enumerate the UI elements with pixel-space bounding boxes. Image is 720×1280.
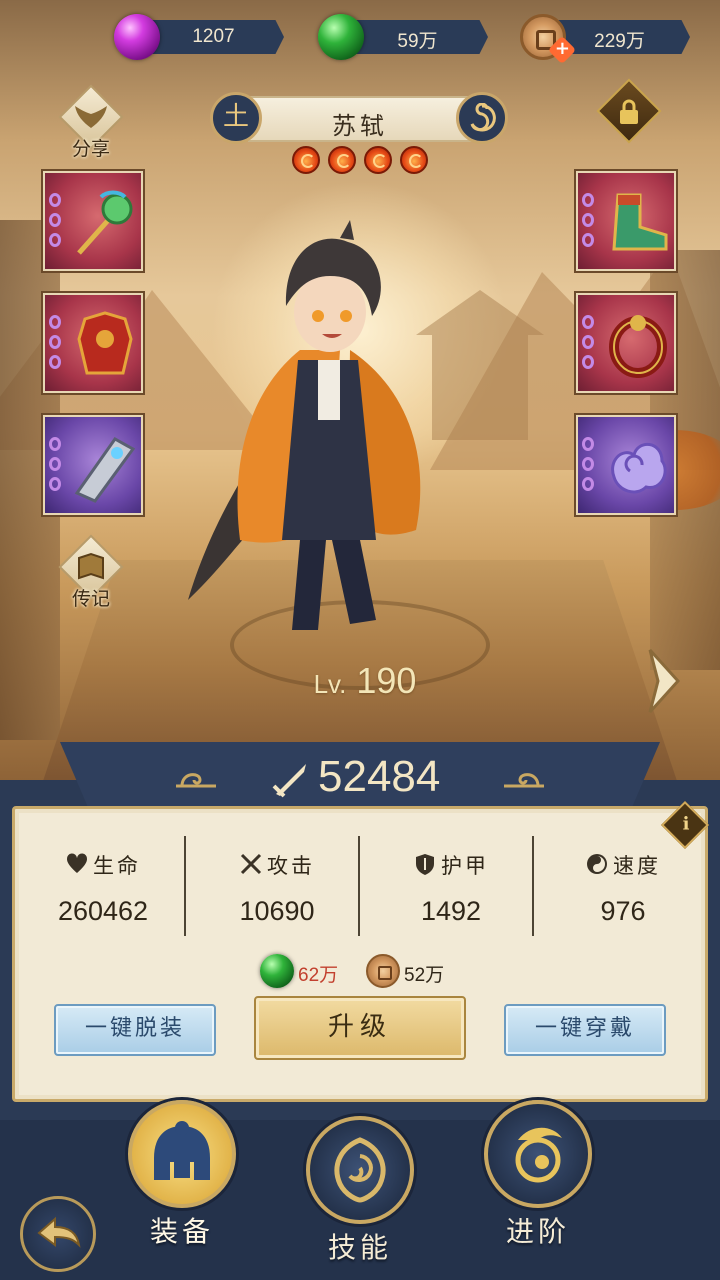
unequip-all-button[interactable]: 一键脱装 [54, 1004, 216, 1056]
dragon-orb-icon [515, 1127, 562, 1183]
skill-emblem-icon [334, 1137, 386, 1203]
combat-power-icon [272, 764, 306, 798]
equip-slot-charm[interactable] [576, 415, 676, 515]
equip-slot-weapon[interactable] [43, 171, 143, 271]
divider [184, 836, 186, 936]
stat-armor: 护甲 1492 [364, 838, 538, 936]
hero-character-portrait[interactable] [180, 220, 460, 640]
back-button[interactable] [20, 1196, 96, 1272]
hero-level: Lv. 190 [313, 660, 417, 701]
hero-name-plate: 苏轼 [248, 96, 472, 142]
cloud-charm-icon [611, 443, 667, 494]
helmet-icon [154, 1121, 210, 1180]
combat-power-value: 52484 [318, 752, 441, 801]
crossed-swords-icon [240, 853, 262, 875]
info-icon: i [682, 813, 690, 835]
ring-icon [609, 315, 667, 378]
divider [358, 836, 360, 936]
nav-advance-label: 进阶 [505, 1215, 570, 1248]
cost-value: 52万 [404, 965, 445, 986]
shield-icon [416, 854, 434, 875]
nav-equipment-label: 装备 [149, 1215, 214, 1248]
cloud-scroll-ornament [504, 773, 544, 788]
stat-value: 10690 [239, 896, 315, 926]
stat-label: 速度 [613, 854, 661, 878]
stat-value: 1492 [420, 896, 482, 926]
nav-equipment[interactable]: 装备 [122, 1100, 242, 1270]
stat-label: 攻击 [267, 854, 315, 878]
stat-health: 生命 260462 [16, 838, 190, 936]
nav-skills-label: 技能 [327, 1231, 392, 1264]
swirl-icon [587, 854, 607, 874]
flame-star-icon [364, 146, 392, 174]
upgrade-button[interactable]: 升级 [254, 996, 466, 1060]
star-rating [292, 146, 432, 176]
purple-gem-icon [114, 14, 160, 60]
flame-star-icon [292, 146, 320, 174]
bracer-icon [74, 437, 136, 503]
equip-slot-armor[interactable] [43, 293, 143, 393]
nav-skills[interactable]: 技能 [300, 1116, 420, 1280]
resource-value: 1207 [192, 26, 235, 47]
next-hero-arrow-icon[interactable] [644, 646, 684, 716]
green-jade-icon [260, 954, 294, 988]
stat-speed: 速度 976 [536, 838, 710, 936]
boots-icon [612, 193, 668, 251]
jade-scepter-icon [77, 190, 133, 255]
chain-icon [49, 193, 63, 253]
flame-star-icon [400, 146, 428, 174]
copper-coin-icon [366, 954, 400, 988]
equip-slot-boots[interactable] [576, 171, 676, 271]
chain-icon [49, 315, 63, 375]
divider [532, 836, 534, 936]
share-label: 分享 [71, 138, 110, 160]
cost-value: 62万 [298, 965, 339, 986]
resource-value: 229万 [594, 31, 645, 52]
biography-label: 传记 [71, 588, 110, 610]
book-icon [56, 552, 126, 588]
chain-icon [582, 193, 596, 253]
resource-value: 59万 [397, 31, 438, 52]
chain-icon [49, 437, 63, 497]
chain-icon [582, 437, 596, 497]
biography-button[interactable]: 传记 [56, 534, 126, 610]
stat-value: 976 [600, 896, 646, 926]
back-arrow-icon [37, 1216, 81, 1248]
lock-button[interactable] [594, 78, 664, 154]
equip-slot-accessory[interactable] [43, 415, 143, 515]
heart-icon [66, 853, 88, 873]
equip-all-button[interactable]: 一键穿戴 [504, 1004, 666, 1056]
stat-label: 护甲 [441, 854, 489, 878]
wings-icon [56, 102, 126, 138]
armor-icon [77, 311, 133, 375]
cloud-scroll-ornament [176, 773, 216, 788]
hero-class-icon[interactable] [456, 92, 508, 144]
hero-name: 苏轼 [332, 112, 388, 140]
green-jade-icon [318, 14, 364, 60]
equip-slot-ring[interactable] [576, 293, 676, 393]
stat-label: 生命 [93, 854, 141, 878]
element-earth-icon[interactable]: 土 [210, 92, 262, 144]
stat-value: 260462 [57, 896, 149, 926]
share-button[interactable]: 分享 [56, 84, 126, 160]
flame-star-icon [328, 146, 356, 174]
stat-attack: 攻击 10690 [190, 838, 364, 936]
lock-icon [594, 98, 664, 134]
nav-advance[interactable]: 进阶 [478, 1100, 598, 1270]
chain-icon [582, 315, 596, 375]
